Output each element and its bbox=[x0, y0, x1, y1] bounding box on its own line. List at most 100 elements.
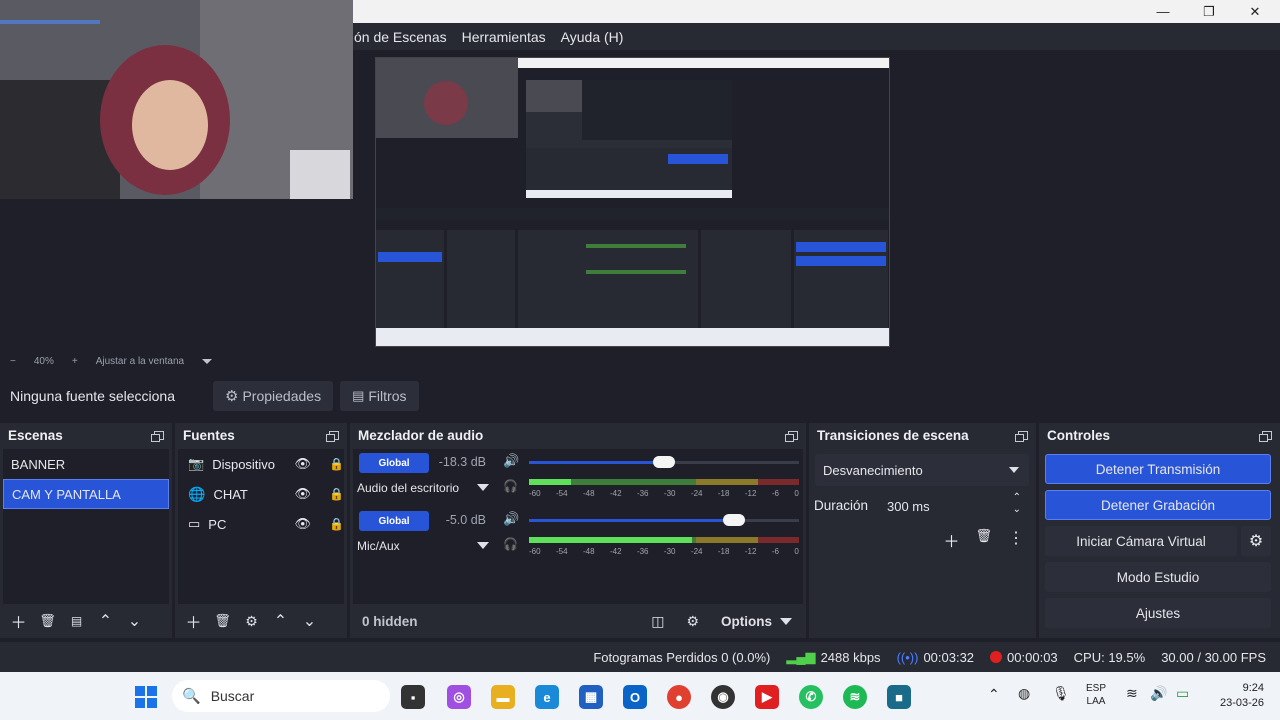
options-button[interactable]: Options bbox=[721, 614, 792, 629]
move-source-down-button[interactable]: ⌄ bbox=[297, 609, 322, 634]
source-item-pc[interactable]: ▭ PC 👁 🔒 bbox=[178, 509, 344, 539]
undock-icon[interactable] bbox=[785, 430, 798, 442]
virtual-camera-settings-button[interactable]: ⚙ bbox=[1241, 526, 1271, 556]
volume-slider[interactable] bbox=[529, 514, 799, 526]
preview-canvas[interactable] bbox=[375, 57, 890, 347]
studio-mode-button[interactable]: Modo Estudio bbox=[1045, 562, 1271, 592]
meter-tick-label: -18 bbox=[717, 489, 730, 498]
maximize-button[interactable]: ❐ bbox=[1186, 0, 1232, 23]
remove-source-button[interactable]: 🗑 bbox=[210, 609, 235, 634]
nested-preview-image bbox=[376, 58, 889, 346]
plus-icon[interactable]: ＋ bbox=[943, 528, 959, 552]
scene-item-cam-y-pantalla[interactable]: CAM Y PANTALLA bbox=[3, 479, 169, 509]
headphones-icon[interactable]: 🎧 bbox=[503, 537, 518, 551]
trash-icon[interactable]: 🗑 bbox=[975, 528, 992, 552]
zoom-in-button[interactable]: + bbox=[72, 356, 78, 367]
chevron-down-icon[interactable] bbox=[202, 358, 213, 364]
menu-scene-collection[interactable]: ón de Escenas bbox=[354, 29, 447, 45]
store-icon[interactable]: ▦ bbox=[579, 685, 603, 709]
menu-tools[interactable]: Herramientas bbox=[462, 29, 546, 45]
trash-icon: 🗑 bbox=[214, 613, 231, 628]
source-item-chat[interactable]: 🌐 CHAT 👁 🔒 bbox=[178, 479, 344, 509]
task-view-icon[interactable]: ▪ bbox=[401, 685, 425, 709]
eye-icon[interactable]: 👁 bbox=[295, 456, 312, 472]
start-button[interactable] bbox=[134, 685, 158, 709]
speaker-icon[interactable]: 🔊 bbox=[1150, 685, 1167, 702]
lock-icon[interactable]: 🔒 bbox=[329, 457, 344, 471]
close-button[interactable]: ✕ bbox=[1232, 0, 1278, 23]
undock-icon[interactable] bbox=[326, 430, 339, 442]
sources-title: Fuentes bbox=[183, 427, 235, 443]
speaker-icon[interactable]: 🔊 bbox=[503, 511, 519, 527]
undock-icon[interactable] bbox=[1015, 430, 1028, 442]
spin-down-icon[interactable]: ⌄ bbox=[1013, 504, 1021, 515]
settings-button[interactable]: Ajustes bbox=[1045, 598, 1271, 628]
clock[interactable]: 9:24 23-03-26 bbox=[1206, 681, 1264, 711]
meter-tick-label: -6 bbox=[771, 547, 779, 556]
undock-icon[interactable] bbox=[1259, 430, 1272, 442]
spotify-icon[interactable]: ≋ bbox=[843, 685, 867, 709]
whatsapp-icon[interactable]: ✆ bbox=[799, 685, 823, 709]
zoom-out-button[interactable]: − bbox=[10, 356, 16, 367]
lock-icon[interactable]: 🔒 bbox=[329, 517, 344, 531]
add-source-button[interactable]: ＋ bbox=[181, 609, 206, 634]
eye-icon[interactable]: 👁 bbox=[295, 516, 312, 532]
volume-knob[interactable] bbox=[723, 514, 746, 526]
stop-streaming-button[interactable]: Detener Transmisión bbox=[1045, 454, 1271, 484]
speaker-icon[interactable]: 🔊 bbox=[503, 453, 519, 469]
headphones-icon[interactable]: 🎧 bbox=[503, 479, 518, 493]
remove-scene-button[interactable]: 🗑 bbox=[35, 609, 60, 634]
fit-to-window-label[interactable]: Ajustar a la ventana bbox=[96, 356, 184, 367]
filters-button[interactable]: ▤ Filtros bbox=[340, 381, 419, 411]
filter-icon: ▤ bbox=[70, 614, 83, 628]
duration-field[interactable]: 300 ms ⌃ ⌄ bbox=[879, 490, 1029, 522]
transition-select[interactable]: Desvanecimiento bbox=[815, 454, 1029, 486]
minimize-button[interactable]: — bbox=[1140, 0, 1186, 23]
chevron-up-icon[interactable]: ⌃ bbox=[988, 686, 1000, 703]
language-indicator[interactable]: ESP LAA bbox=[1086, 682, 1106, 708]
outlook-icon[interactable]: O bbox=[623, 685, 647, 709]
more-icon[interactable]: ⋮ bbox=[1008, 528, 1024, 552]
stop-recording-button[interactable]: Detener Grabación bbox=[1045, 490, 1271, 520]
channel-name: Audio del escritorio bbox=[357, 481, 460, 495]
scene-filters-button[interactable]: ▤ bbox=[64, 609, 89, 634]
add-scene-button[interactable]: ＋ bbox=[6, 609, 31, 634]
properties-button[interactable]: ⚙ Propiedades bbox=[213, 381, 334, 411]
obs-icon[interactable]: ◉ bbox=[711, 685, 735, 709]
meter-tick-label: -30 bbox=[663, 489, 676, 498]
undock-icon[interactable] bbox=[151, 430, 164, 442]
menu-help[interactable]: Ayuda (H) bbox=[561, 29, 624, 45]
chevron-down-icon[interactable] bbox=[477, 484, 489, 491]
source-properties-button[interactable]: ⚙ bbox=[239, 609, 264, 634]
taskbar-search[interactable]: 🔍 Buscar bbox=[172, 680, 390, 712]
volume-knob[interactable] bbox=[653, 456, 675, 468]
battery-icon[interactable]: ▭ bbox=[1176, 685, 1189, 702]
youtube-icon[interactable]: ▶ bbox=[755, 685, 779, 709]
channel-tag[interactable]: Global bbox=[359, 511, 429, 531]
file-explorer-icon[interactable]: ▬ bbox=[491, 685, 515, 709]
edge-icon[interactable]: e bbox=[535, 685, 559, 709]
chevron-down-icon bbox=[780, 617, 792, 625]
microphone-icon[interactable]: 🎙 bbox=[1052, 685, 1070, 702]
start-virtual-camera-button[interactable]: Iniciar Cámara Virtual bbox=[1045, 526, 1237, 556]
move-scene-up-button[interactable]: ⌃ bbox=[93, 609, 118, 634]
lock-icon[interactable]: 🔒 bbox=[329, 487, 344, 501]
layout-toggle-icon[interactable]: ◫ bbox=[651, 613, 664, 630]
meter-level bbox=[529, 479, 571, 485]
tray-app-icon[interactable]: ◍ bbox=[1018, 685, 1030, 702]
copilot-icon[interactable]: ◎ bbox=[447, 685, 471, 709]
channel-tag[interactable]: Global bbox=[359, 453, 429, 473]
spin-up-icon[interactable]: ⌃ bbox=[1013, 492, 1021, 503]
scene-item-banner[interactable]: BANNER bbox=[3, 449, 169, 479]
chevron-down-icon[interactable] bbox=[477, 542, 489, 549]
volume-slider[interactable] bbox=[529, 456, 799, 468]
wifi-icon[interactable]: ≋ bbox=[1126, 685, 1138, 702]
source-label: PC bbox=[208, 516, 227, 532]
move-source-up-button[interactable]: ⌃ bbox=[268, 609, 293, 634]
source-item-dispositivo[interactable]: 📷 Dispositivo d 👁 🔒 bbox=[178, 449, 344, 479]
eye-icon[interactable]: 👁 bbox=[295, 486, 312, 502]
app-icon[interactable]: ■ bbox=[887, 685, 911, 709]
chrome-icon[interactable]: ● bbox=[667, 685, 691, 709]
move-scene-down-button[interactable]: ⌄ bbox=[122, 609, 147, 634]
mixer-settings-icon[interactable]: ⚙ bbox=[686, 613, 699, 630]
